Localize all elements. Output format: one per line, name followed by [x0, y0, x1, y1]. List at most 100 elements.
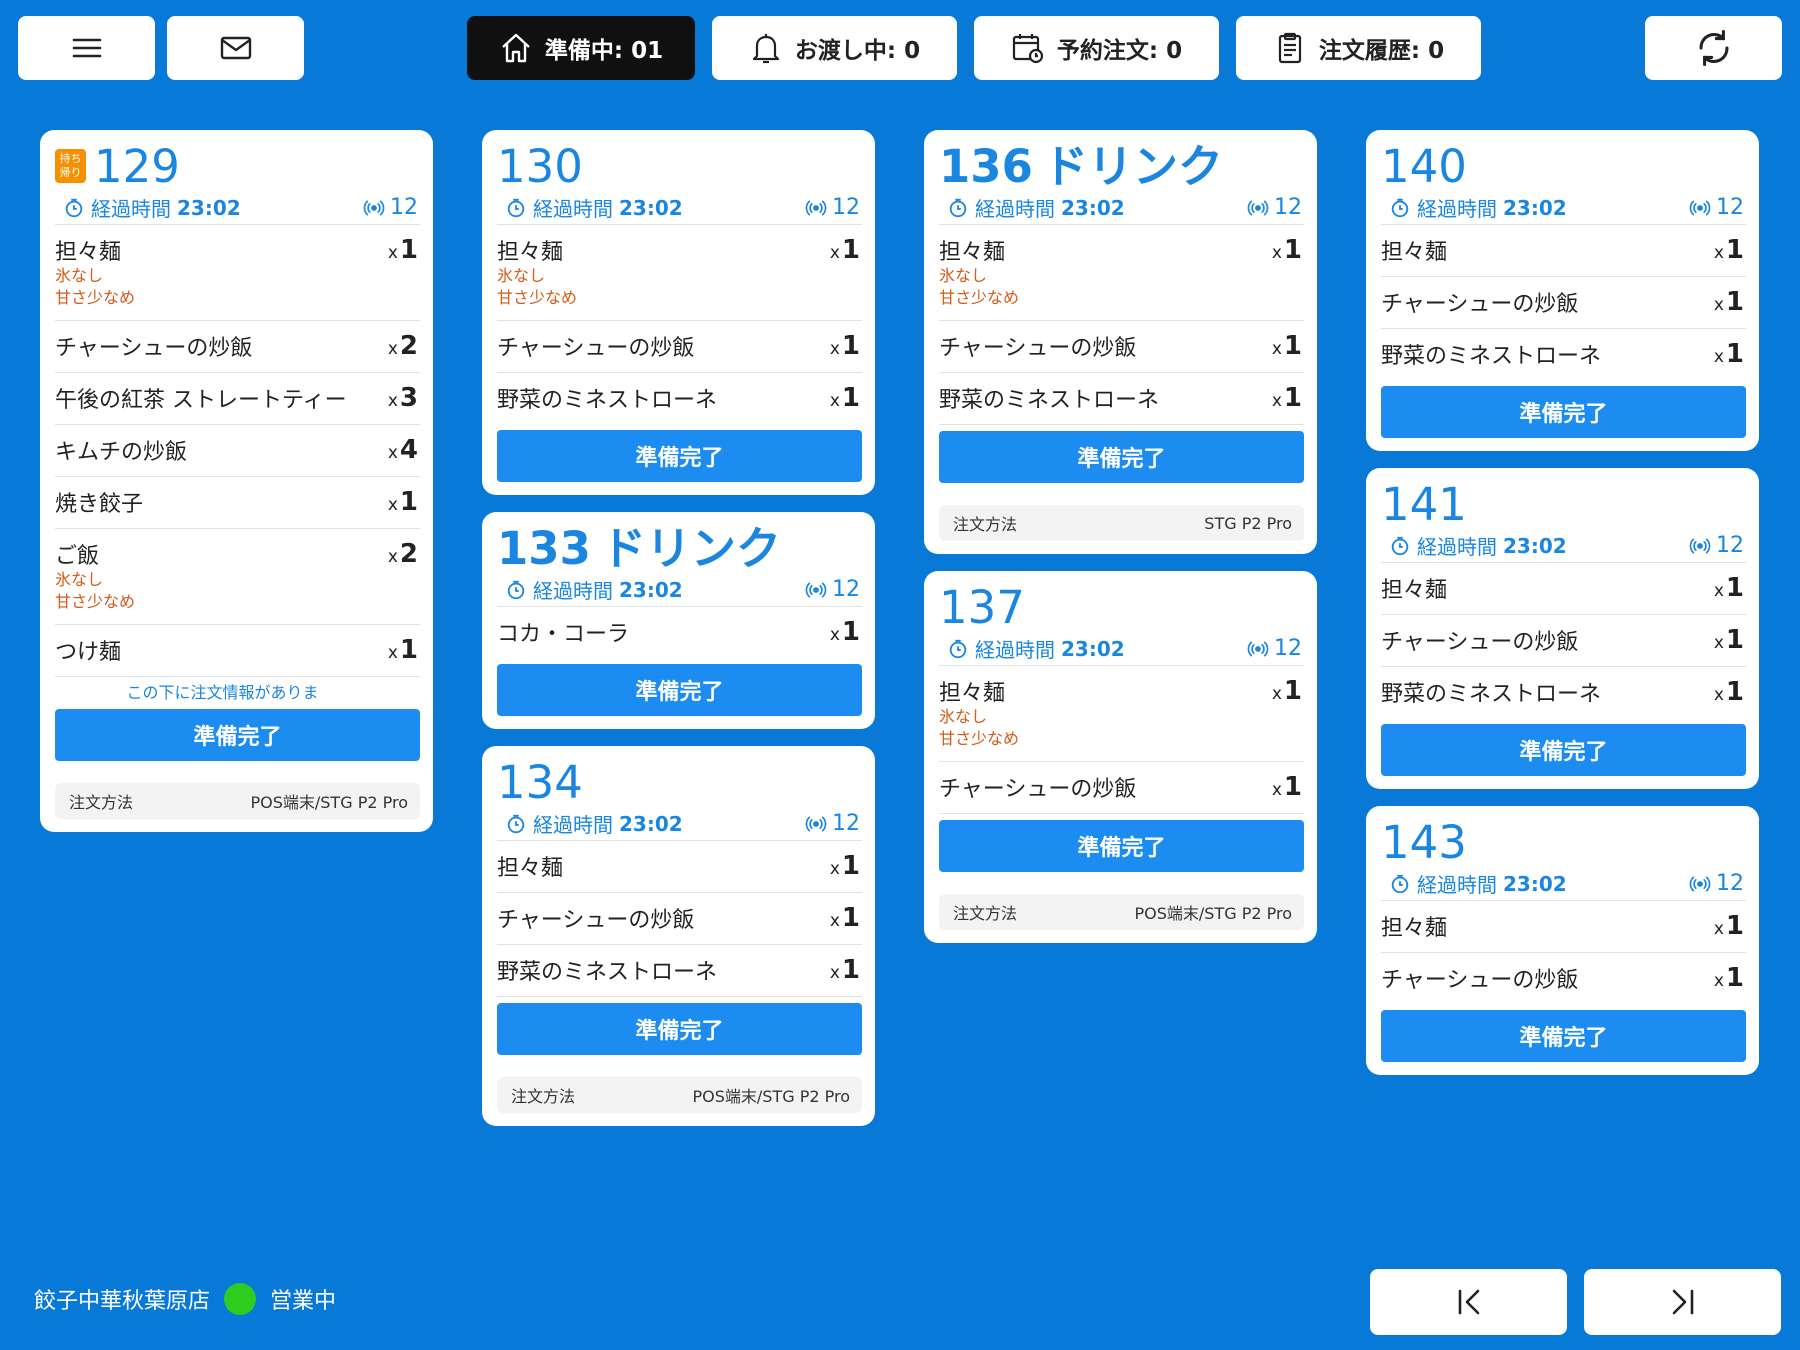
- quantity-prefix: x: [829, 243, 840, 263]
- order-item-row: 午後の紅茶 ストレートティー x3: [55, 383, 418, 413]
- quantity-value: 1: [1725, 339, 1744, 369]
- quantity-prefix: x: [1713, 919, 1724, 939]
- messages-button[interactable]: [167, 16, 304, 80]
- order-item-row: 担々麺 x1: [1381, 911, 1744, 941]
- skip-first-icon: [1458, 1289, 1479, 1315]
- item-quantity: x1: [1714, 235, 1744, 265]
- order-card: 136 ドリンク 経過時間 23:02 12 担々麺 x1 氷なし 甘さ少なめ チャーシューの炒飯…: [924, 130, 1317, 554]
- order-method-label: 注文方法: [953, 904, 1018, 923]
- item-quantity: x1: [388, 235, 418, 265]
- column-3: 136 ドリンク 経過時間 23:02 12 担々麺 x1 氷なし 甘さ少なめ チャーシューの炒飯…: [924, 130, 1317, 943]
- ready-complete-button[interactable]: 準備完了: [1381, 386, 1746, 438]
- item-quantity: x1: [830, 383, 860, 413]
- pager-number-value: 12: [1716, 871, 1744, 896]
- more-items-hint: この下に注文情報がありま: [126, 683, 319, 702]
- quantity-value: 1: [399, 487, 418, 517]
- item-name: 午後の紅茶 ストレートティー: [55, 388, 347, 413]
- item-quantity: x1: [1714, 963, 1744, 993]
- clipboard-icon: [1278, 32, 1301, 64]
- ready-complete-button[interactable]: 準備完了: [1381, 1010, 1746, 1062]
- pager-number-value: 12: [832, 195, 860, 220]
- item-name: つけ麺: [55, 640, 122, 665]
- order-header: 130: [497, 141, 862, 191]
- tab-handing[interactable]: お渡し中: 0: [712, 16, 957, 80]
- order-item: チャーシューの炒飯 x1: [939, 762, 1304, 814]
- item-quantity: x1: [830, 617, 860, 647]
- home-icon: [502, 33, 530, 63]
- order-item-row: 野菜のミネストローネ x1: [497, 383, 860, 413]
- ready-complete-button[interactable]: 準備完了: [1381, 724, 1746, 776]
- order-item: コカ・コーラ x1: [497, 607, 862, 658]
- pager-number: 12: [362, 195, 418, 220]
- pager-number-value: 12: [1274, 636, 1302, 661]
- order-item: 担々麺 x1: [497, 841, 862, 893]
- ready-complete-button[interactable]: 準備完了: [55, 709, 420, 761]
- order-method: 注文方法 POS端末/STG P2 Pro: [939, 894, 1304, 930]
- item-name: 野菜のミネストローネ: [1381, 344, 1602, 369]
- ready-complete-button[interactable]: 準備完了: [939, 431, 1304, 483]
- tab-preparing[interactable]: 準備中: 01: [467, 16, 695, 80]
- quantity-value: 1: [1283, 383, 1302, 413]
- order-item: 午後の紅茶 ストレートティー x3: [55, 373, 420, 425]
- ready-complete-button[interactable]: 準備完了: [497, 664, 862, 716]
- order-item-row: 野菜のミネストローネ x1: [497, 955, 860, 985]
- tab-reservation[interactable]: 予約注文: 0: [974, 16, 1219, 80]
- order-item-row: 野菜のミネストローネ x1: [1381, 339, 1744, 369]
- order-item: 担々麺 x1 氷なし 甘さ少なめ: [939, 225, 1304, 321]
- item-note: 氷なし: [939, 266, 988, 285]
- order-header: 136 ドリンク: [939, 141, 1304, 191]
- first-page-button[interactable]: [1370, 1269, 1567, 1335]
- hamburger-icon: [72, 38, 101, 58]
- tab-history[interactable]: 注文履歴: 0: [1236, 16, 1481, 80]
- refresh-button[interactable]: [1645, 16, 1782, 80]
- item-name: 担々麺: [497, 856, 564, 881]
- ready-complete-button[interactable]: 準備完了: [497, 430, 862, 482]
- quantity-prefix: x: [1713, 243, 1724, 263]
- pager-number-value: 12: [832, 811, 860, 836]
- quantity-prefix: x: [1713, 581, 1724, 601]
- order-item: チャーシューの炒飯 x1: [939, 321, 1304, 373]
- elapsed-time: 経過時間 23:02: [1389, 193, 1567, 222]
- quantity-value: 1: [841, 851, 860, 881]
- store-status: 餃子中華秋葉原店 営業中: [34, 1283, 336, 1315]
- elapsed-time: 経過時間 23:02: [947, 193, 1125, 222]
- tab-history-label: 注文履歴: 0: [1318, 38, 1445, 64]
- order-header: 141: [1381, 479, 1746, 529]
- item-quantity: x2: [388, 539, 418, 569]
- elapsed-value: 23:02: [619, 195, 683, 220]
- broadcast-icon: [1246, 198, 1270, 218]
- last-page-button[interactable]: [1584, 1269, 1781, 1335]
- item-name: 担々麺: [1381, 240, 1448, 265]
- quantity-value: 4: [399, 435, 418, 465]
- timer-icon: [505, 197, 527, 219]
- item-quantity: x1: [1714, 625, 1744, 655]
- menu-button[interactable]: [18, 16, 155, 80]
- quantity-value: 1: [1283, 235, 1302, 265]
- order-item: チャーシューの炒飯 x2: [55, 321, 420, 373]
- timer-icon: [947, 638, 969, 660]
- ready-complete-button[interactable]: 準備完了: [939, 820, 1304, 872]
- item-note: 氷なし: [939, 707, 988, 726]
- order-header: 持ち帰り 129: [55, 141, 420, 191]
- tab-handing-label: お渡し中: 0: [794, 38, 921, 64]
- order-item: チャーシューの炒飯 x1: [1381, 953, 1746, 1004]
- quantity-value: 1: [841, 383, 860, 413]
- store-open-status: 営業中: [270, 1289, 337, 1314]
- bell-icon: [752, 34, 779, 64]
- quantity-value: 2: [399, 331, 418, 361]
- order-type-label: ドリンク: [600, 521, 781, 575]
- item-quantity: x1: [1714, 911, 1744, 941]
- order-item: つけ麺 x1: [55, 625, 420, 677]
- elapsed-time: 経過時間 23:02: [63, 193, 241, 222]
- quantity-value: 1: [1725, 573, 1744, 603]
- item-note: 甘さ少なめ: [55, 592, 136, 611]
- elapsed-label: 経過時間: [1417, 197, 1497, 221]
- item-quantity: x1: [1272, 772, 1302, 802]
- order-number: 136 ドリンク: [939, 144, 1223, 189]
- order-item-row: 担々麺 x1: [55, 235, 418, 265]
- order-item-row: キムチの炒飯 x4: [55, 435, 418, 465]
- order-type-label: ドリンク: [1042, 139, 1223, 193]
- order-meta: 経過時間 23:02 12: [1381, 867, 1746, 901]
- quantity-value: 1: [1283, 331, 1302, 361]
- ready-complete-button[interactable]: 準備完了: [497, 1003, 862, 1055]
